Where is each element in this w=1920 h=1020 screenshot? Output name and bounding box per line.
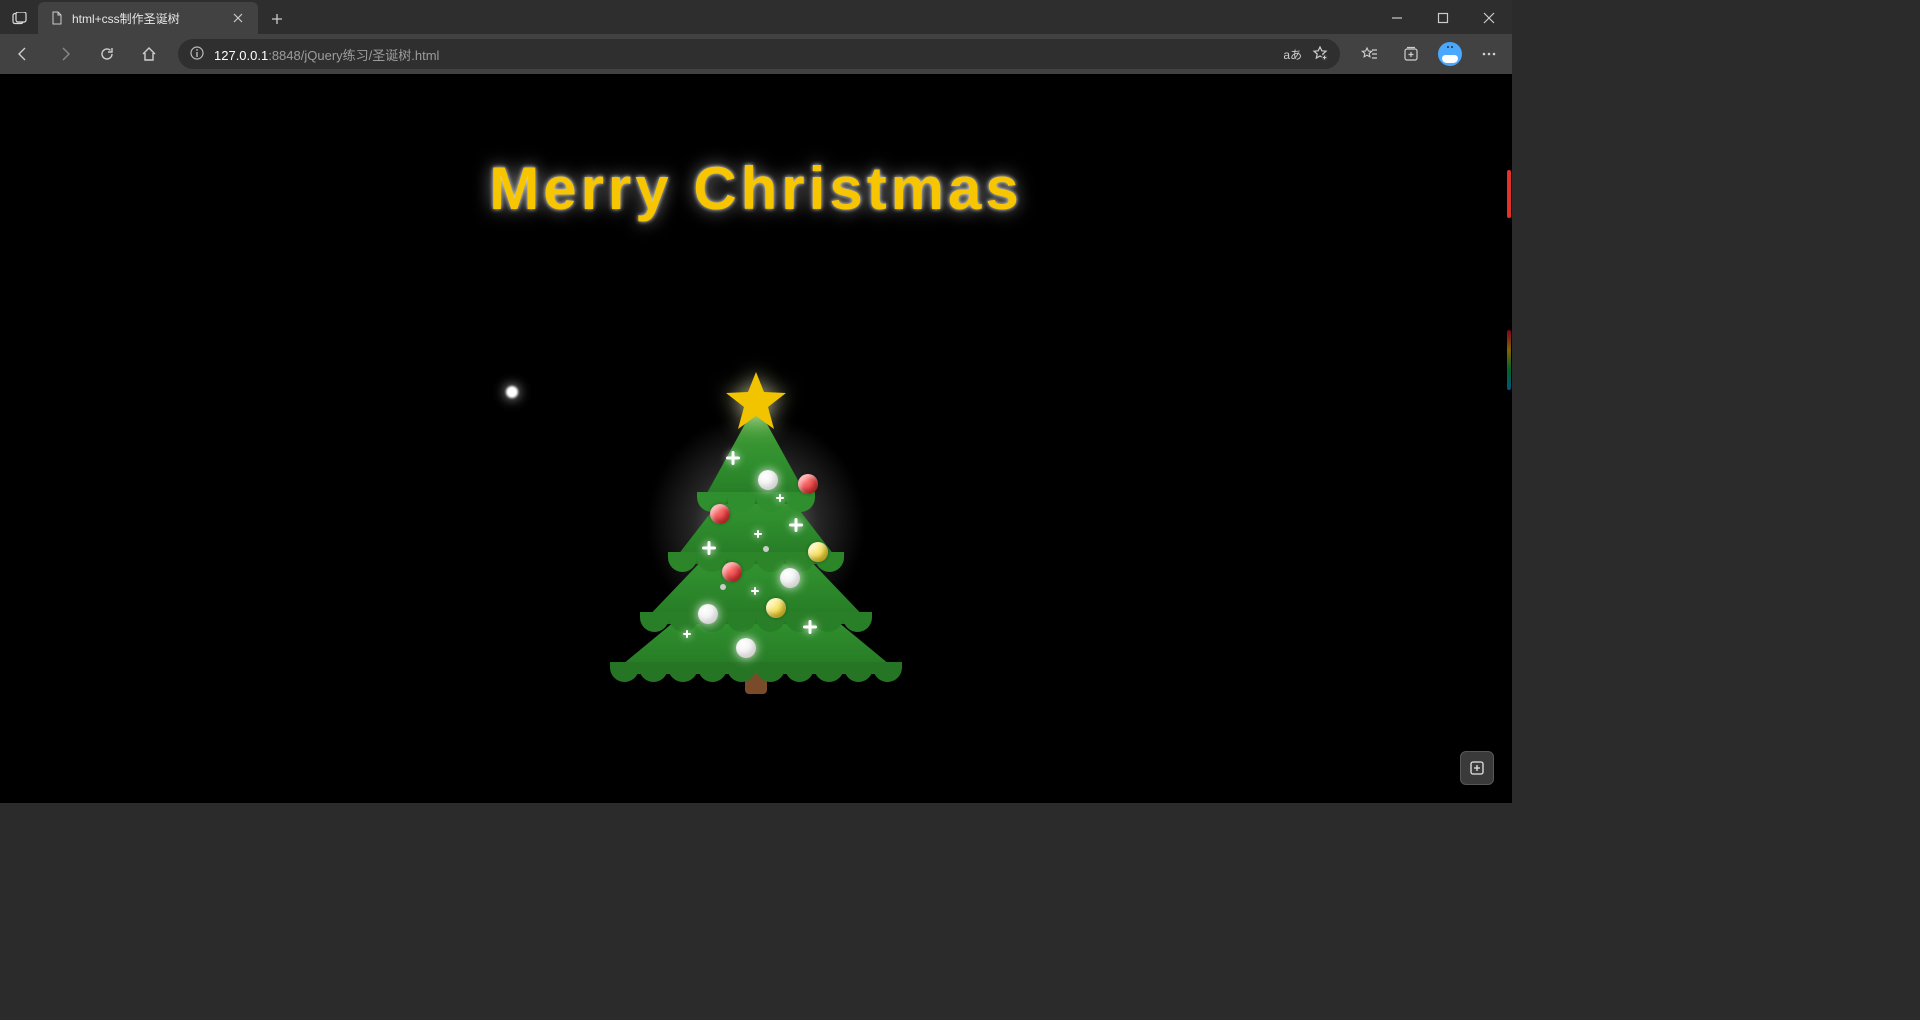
site-info-icon[interactable] xyxy=(190,46,204,63)
sparkle-icon xyxy=(751,587,759,595)
home-button[interactable] xyxy=(130,38,168,70)
page-heading: Merry Christmas xyxy=(489,154,1023,223)
ornament-red xyxy=(722,562,742,582)
sparkle-icon xyxy=(776,494,784,502)
ornament-red xyxy=(710,504,730,524)
snowflake xyxy=(506,386,518,398)
tree-layer-edge xyxy=(640,612,872,632)
nav-toolbar: 127.0.0.1:8848/jQuery练习/圣诞树.html aあ xyxy=(0,34,1512,74)
sparkle-icon xyxy=(726,451,740,465)
tab-strip: html+css制作圣诞树 xyxy=(38,0,292,34)
close-window-button[interactable] xyxy=(1466,2,1512,34)
profile-button[interactable] xyxy=(1438,42,1462,66)
tab-title: html+css制作圣诞树 xyxy=(72,10,222,27)
file-icon xyxy=(50,11,64,25)
titlebar: html+css制作圣诞树 xyxy=(0,0,1512,34)
ornament-white xyxy=(758,470,778,490)
sparkle-icon xyxy=(683,630,691,638)
sparkle-dot xyxy=(763,546,769,552)
browser-window: html+css制作圣诞树 127.0.0.1:8848/jQuery练习/圣诞… xyxy=(0,0,1512,803)
ornament-white xyxy=(780,568,800,588)
sparkle-icon xyxy=(702,541,716,555)
christmas-tree xyxy=(606,374,906,694)
refresh-button[interactable] xyxy=(88,38,126,70)
more-button[interactable] xyxy=(1470,38,1508,70)
favorite-button[interactable] xyxy=(1312,45,1328,64)
web-capture-button[interactable] xyxy=(1460,751,1494,785)
ornament-white xyxy=(736,638,756,658)
scrollbar-indicator xyxy=(1507,330,1511,390)
address-bar[interactable]: 127.0.0.1:8848/jQuery练习/圣诞树.html aあ xyxy=(178,39,1340,69)
ornament-yellow xyxy=(808,542,828,562)
forward-button[interactable] xyxy=(46,38,84,70)
tree-layer-edge xyxy=(610,662,902,682)
page-viewport: Merry Christmas xyxy=(0,74,1512,803)
back-button[interactable] xyxy=(4,38,42,70)
new-tab-button[interactable] xyxy=(262,4,292,34)
ornament-yellow xyxy=(766,598,786,618)
ornament-white xyxy=(698,604,718,624)
tab-active[interactable]: html+css制作圣诞树 xyxy=(38,2,258,34)
minimize-button[interactable] xyxy=(1374,2,1420,34)
tab-actions-button[interactable] xyxy=(0,2,38,34)
sparkle-icon xyxy=(754,530,762,538)
reading-mode-button[interactable]: aあ xyxy=(1283,46,1302,63)
scrollbar-indicator xyxy=(1507,170,1511,218)
tree-star-icon xyxy=(722,370,790,438)
sparkle-dot xyxy=(720,584,726,590)
sparkle-icon xyxy=(789,518,803,532)
sparkle-icon xyxy=(803,620,817,634)
url-text: 127.0.0.1:8848/jQuery练习/圣诞树.html xyxy=(214,45,1273,64)
window-controls xyxy=(1374,2,1512,34)
favorites-list-button[interactable] xyxy=(1350,38,1388,70)
tab-close-button[interactable] xyxy=(230,10,246,26)
ornament-red xyxy=(798,474,818,494)
collections-button[interactable] xyxy=(1392,38,1430,70)
maximize-button[interactable] xyxy=(1420,2,1466,34)
